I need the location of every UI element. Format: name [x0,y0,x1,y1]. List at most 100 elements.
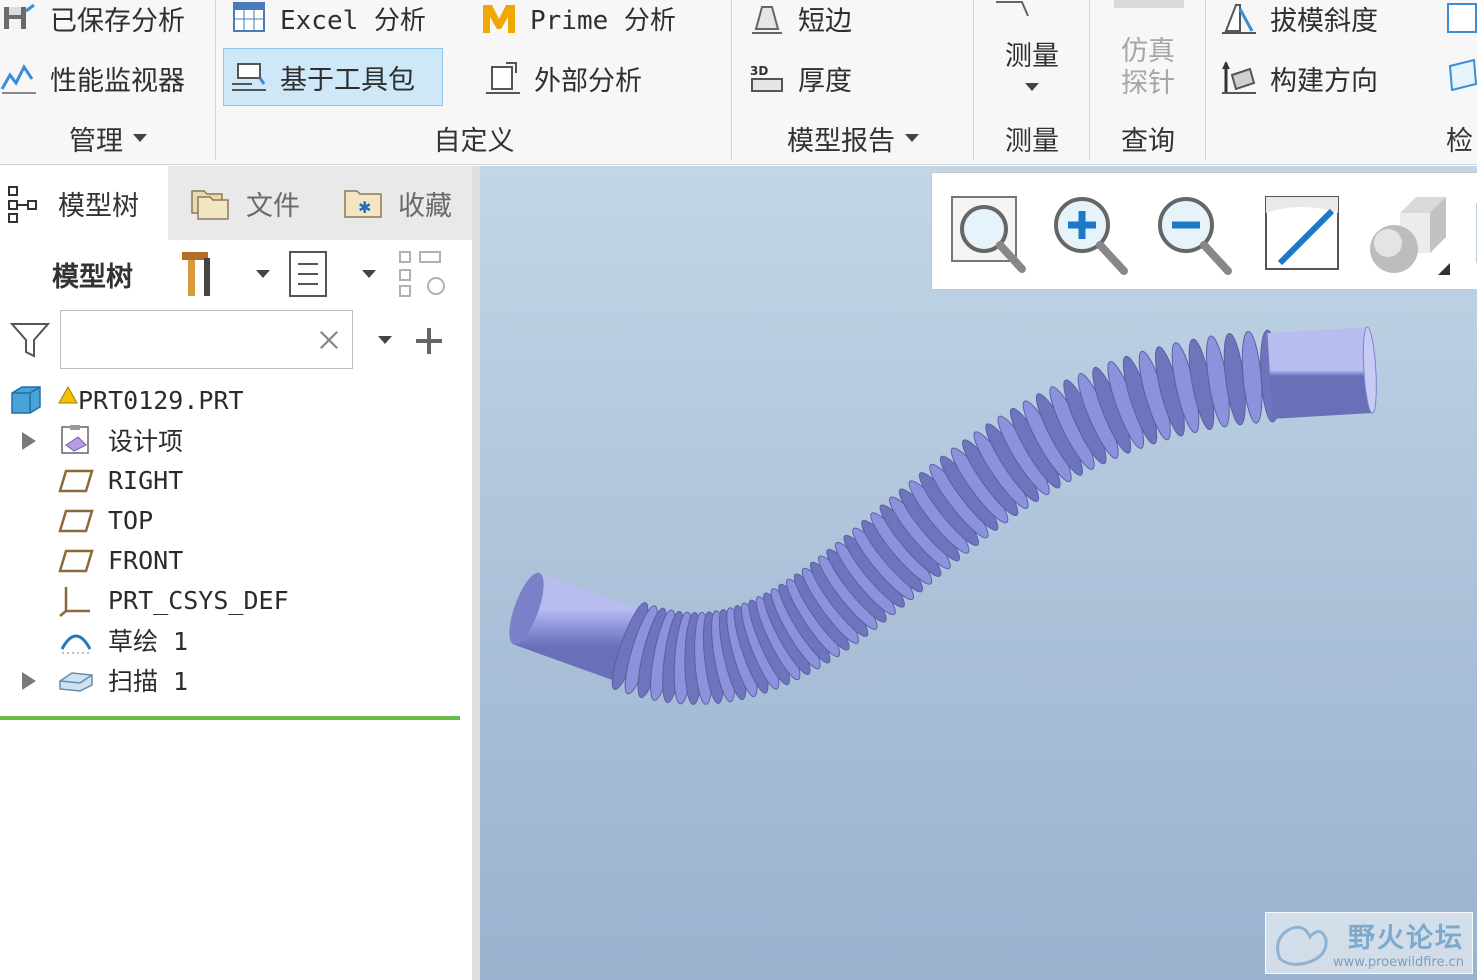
graphics-viewport[interactable]: 野火论坛 www.proewildfire.cn [480,166,1477,980]
draft-angle-button[interactable]: 拔模斜度 [1220,0,1378,44]
tree-node-label: TOP [108,505,154,535]
saved-analysis-icon [4,3,35,29]
svg-text:3D: 3D [750,64,768,78]
external-analysis-button[interactable]: 外部分析 [484,52,642,104]
settings-dropdown-icon[interactable] [256,270,270,278]
filter-row [0,308,472,372]
tab-model-tree[interactable]: 模型树 [0,166,168,240]
prime-m-icon [483,5,515,33]
panel-splitter[interactable] [472,166,480,980]
inspect-tool-icon[interactable] [1446,0,1477,38]
design-items-icon [61,425,89,454]
measure-group-label: 测量 [974,116,1090,160]
clear-search-icon[interactable] [318,329,340,351]
search-options-dropdown-icon[interactable] [378,336,392,344]
ribbon-group-model-report: 短边 3D 厚度 模型报告 [732,0,974,165]
measure-button[interactable]: 测量 [974,34,1090,91]
tree-node-sweep[interactable]: 扫描 1 [58,660,188,700]
add-filter-icon[interactable] [414,326,444,356]
tree-node-front-plane[interactable]: FRONT [58,540,183,580]
ribbon-group-query: 仿真 探针 查询 [1090,0,1206,165]
chevron-down-icon [905,134,919,142]
simulation-probe-label-2: 探针 [1121,68,1175,99]
expand-arrow-icon[interactable] [22,672,36,690]
model-tree-toolbar: 模型树 [0,240,472,308]
tab-favorites[interactable]: ✱ 收藏 [340,166,454,240]
manage-group-label: 管理 [69,125,123,157]
tree-node-sketch[interactable]: 草绘 1 [58,620,188,660]
saved-analysis-button[interactable]: 已保存分析 [0,0,185,44]
custom-group-label: 自定义 [216,116,732,160]
manage-group-dropdown[interactable]: 管理 [0,116,216,160]
tree-node-label: 设计项 [108,427,184,456]
inspect-tool-icon-2[interactable] [1446,56,1477,94]
toolkit-based-button[interactable]: 基于工具包 [223,48,443,106]
draft-angle-icon [1222,4,1256,34]
search-field[interactable] [60,310,353,369]
tree-node-label: PRT0129.PRT [78,385,244,415]
hose-left-cuff [513,572,643,682]
excel-table-icon [233,2,265,32]
performance-monitor-icon [0,64,36,94]
tab-folder-browser[interactable]: 文件 [186,166,302,240]
excel-analysis-label: Excel 分析 [280,5,426,36]
query-group-text: 查询 [1121,125,1175,157]
prime-analysis-button[interactable]: Prime 分析 [480,0,676,44]
measure-button-label: 测量 [1005,41,1059,72]
tree-node-label: PRT_CSYS_DEF [108,585,289,615]
hose-right-cuff [1267,327,1373,419]
watermark-title: 野火论坛 [1348,923,1464,954]
sweep-icon [59,672,93,692]
build-direction-button[interactable]: 构建方向 [1220,52,1378,104]
tree-node-design-items[interactable]: 设计项 [58,420,183,460]
forum-watermark: 野火论坛 www.proewildfire.cn [1265,912,1473,974]
measure-group-text: 测量 [1005,125,1059,157]
tree-node-label: RIGHT [108,465,184,495]
hose-geometry [509,326,1377,705]
tree-node-label: 扫描 1 [108,667,189,696]
tree-node-root-part[interactable]: PRT0129.PRT [8,380,244,420]
chevron-down-icon [1025,83,1039,91]
svg-text:✱: ✱ [358,198,371,217]
tab-folder-browser-label: 文件 [246,190,300,222]
tree-node-label: FRONT [108,545,184,575]
inspect-group-label: 检 [1446,116,1477,160]
toolkit-based-label: 基于工具包 [280,64,415,96]
show-dropdown-icon[interactable] [362,270,376,278]
sketch-icon [60,634,92,654]
tree-node-right-plane[interactable]: RIGHT [58,460,183,500]
tab-favorites-label: 收藏 [398,190,452,222]
insert-here-indicator[interactable] [0,716,460,720]
chevron-down-icon [133,134,147,142]
show-list-icon[interactable] [288,250,328,298]
search-input[interactable] [61,311,301,366]
external-analysis-label: 外部分析 [534,65,642,97]
simulation-probe-icon [1114,0,1184,8]
excel-analysis-button[interactable]: Excel 分析 [230,0,426,44]
simulation-probe-button[interactable]: 仿真 探针 [1090,36,1206,100]
ribbon-group-manage: 已保存分析 性能监视器 管理 [0,0,216,165]
model-report-group-dropdown[interactable]: 模型报告 [732,116,974,160]
saved-analysis-label: 已保存分析 [50,5,185,37]
build-direction-icon [1222,61,1256,94]
short-edge-button[interactable]: 短边 [748,0,852,44]
ribbon: 已保存分析 性能监视器 管理 Excel 分析 Prime 分析 基于工具包 外… [0,0,1477,165]
thickness-label: 厚度 [798,65,852,97]
tree-node-top-plane[interactable]: TOP [58,500,153,540]
filter-funnel-icon[interactable] [10,320,50,360]
navigator-panel: 模型树 文件 ✱ 收藏 模型树 PRT0129.PRT 设计项 RIGHT TO… [0,166,472,980]
performance-monitor-label: 性能监视器 [50,65,185,97]
thickness-button[interactable]: 3D 厚度 [748,52,852,104]
thickness-3d-icon: 3D [750,64,783,92]
tree-node-label: 草绘 1 [108,627,189,656]
performance-monitor-button[interactable]: 性能监视器 [0,52,185,104]
measure-icon [996,0,1029,17]
tree-node-csys[interactable]: PRT_CSYS_DEF [58,580,289,620]
custom-group-text: 自定义 [433,125,515,157]
expand-arrow-icon[interactable] [22,432,36,450]
corrugated-hose-model[interactable] [480,166,1477,980]
ribbon-group-custom: Excel 分析 Prime 分析 基于工具包 外部分析 自定义 [216,0,732,165]
datum-plane-icon [58,549,94,573]
settings-tools-icon[interactable] [178,248,222,300]
ribbon-group-inspect: 拔模斜度 构建方向 检 [1206,0,1477,165]
